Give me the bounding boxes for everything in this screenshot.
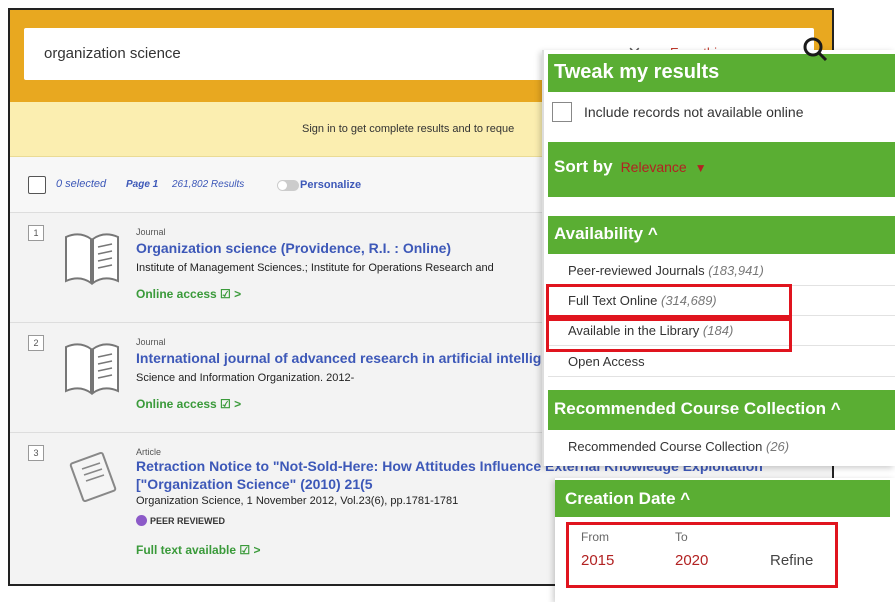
availability-header[interactable]: Availability ^ [548, 216, 895, 254]
facet-count: (314,689) [660, 293, 717, 308]
refine-button[interactable]: Refine [770, 552, 813, 569]
personalize-toggle[interactable] [277, 180, 299, 191]
peer-reviewed-label: PEER REVIEWED [150, 516, 226, 526]
result-type: Journal [136, 227, 166, 237]
creation-date-header[interactable]: Creation Date ^ [555, 480, 890, 517]
creation-date-panel: Creation Date ^ From To 2015 2020 Refine [555, 478, 895, 602]
facet-peer-reviewed[interactable]: Peer-reviewed Journals (183,941) [548, 256, 895, 286]
search-icon[interactable] [800, 34, 830, 64]
tweak-header: Tweak my results [548, 54, 895, 92]
page-indicator: Page 1 [126, 179, 159, 190]
facet-label: Recommended Course Collection [568, 439, 763, 454]
result-subtitle: Organization Science, 1 November 2012, V… [136, 495, 459, 507]
from-label: From [581, 530, 609, 544]
peer-reviewed-icon [136, 515, 147, 526]
online-access-link[interactable]: Online access ☑ > [136, 287, 241, 301]
facet-open-access[interactable]: Open Access [548, 347, 895, 377]
include-records-label: Include records not available online [584, 104, 804, 120]
result-subtitle: Institute of Management Sciences.; Insti… [136, 262, 494, 274]
result-number: 2 [28, 335, 44, 351]
peer-reviewed-badge: PEER REVIEWED [136, 515, 225, 526]
journal-book-icon [65, 343, 119, 395]
signin-text[interactable]: Sign in to get complete results and to r… [302, 123, 514, 135]
facet-full-text-online[interactable]: Full Text Online (314,689) [548, 286, 895, 316]
selected-count: 0 selected [56, 178, 107, 190]
result-number: 1 [28, 225, 44, 241]
tweak-results-panel: Tweak my results Include records not ava… [542, 50, 895, 466]
result-title-link[interactable]: Organization science (Providence, R.I. :… [136, 240, 451, 256]
search-query: organization science [44, 45, 181, 62]
facet-count: (26) [766, 439, 790, 454]
result-type: Article [136, 447, 162, 457]
facet-count: (184) [702, 323, 734, 338]
result-title-link[interactable]: International journal of advanced resear… [136, 350, 541, 366]
select-all-checkbox[interactable] [28, 176, 46, 194]
include-records-checkbox[interactable] [552, 102, 572, 122]
sort-by-header[interactable]: Sort by Relevance ▼ [548, 142, 895, 197]
sort-value[interactable]: Relevance [621, 159, 687, 175]
online-access-link[interactable]: Online access ☑ > [136, 397, 241, 411]
facet-label: Full Text Online [568, 293, 658, 308]
from-year-input[interactable]: 2015 [581, 552, 614, 569]
to-label: To [675, 530, 688, 544]
article-document-icon [69, 451, 117, 503]
result-subtitle: Science and Information Organization. 20… [136, 372, 355, 384]
sort-caret-icon[interactable]: ▼ [695, 161, 707, 175]
personalize-label[interactable]: Personalize [300, 179, 361, 191]
full-text-link[interactable]: Full text available ☑ > [136, 543, 260, 557]
facet-label: Open Access [568, 354, 645, 369]
result-number: 3 [28, 445, 44, 461]
facet-label: Peer-reviewed Journals [568, 263, 705, 278]
facet-available-library[interactable]: Available in the Library (184) [548, 316, 895, 346]
facet-recommended-collection[interactable]: Recommended Course Collection (26) [548, 434, 895, 459]
recommended-collection-header[interactable]: Recommended Course Collection ^ [548, 390, 895, 430]
facet-label: Available in the Library [568, 323, 700, 338]
include-records-option[interactable]: Include records not available online [552, 102, 803, 122]
results-count: 261,802 Results [172, 179, 245, 190]
to-year-input[interactable]: 2020 [675, 552, 708, 569]
facet-count: (183,941) [708, 263, 764, 278]
journal-book-icon [65, 233, 119, 285]
result-type: Journal [136, 337, 166, 347]
sort-by-label: Sort by [554, 157, 613, 176]
